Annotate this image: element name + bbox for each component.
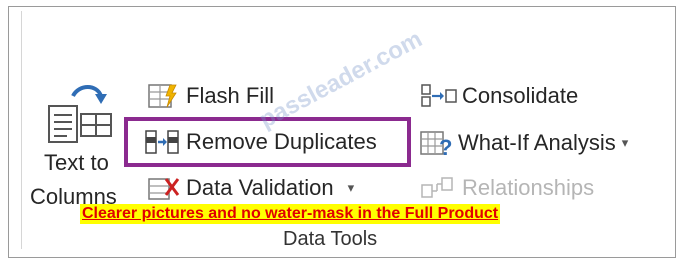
relationships-icon [421,177,453,198]
text-to-columns-label-line1: Text to [44,150,109,175]
relationships-label: Relationships [462,175,595,200]
promo-banner: Clearer pictures and no water-mask in th… [80,204,501,224]
data-validation-button[interactable]: Data Validation ▾ [148,175,354,201]
flash-fill-button[interactable]: Flash Fill [148,83,274,109]
relationships-button[interactable]: Relationships [420,175,594,201]
group-label: Data Tools [283,228,378,250]
what-if-analysis-button[interactable]: ? What-If Analysis ▾ [420,129,628,157]
consolidate-label: Consolidate [462,83,579,108]
chevron-down-icon[interactable]: ▾ [622,135,629,151]
what-if-analysis-label: What-If Analysis [458,130,616,155]
consolidate-button[interactable]: Consolidate [420,83,578,109]
svg-text:?: ? [439,135,452,157]
data-validation-label: Data Validation [186,175,334,200]
highlight-box [124,117,411,167]
data-validation-icon [148,178,180,200]
consolidate-icon [421,84,457,107]
text-to-columns-icon [48,85,112,143]
flash-fill-label: Flash Fill [186,83,275,108]
flash-fill-icon [148,84,177,108]
what-if-analysis-icon: ? [420,131,452,157]
chevron-down-icon[interactable]: ▾ [348,180,355,196]
group-divider [21,11,22,249]
